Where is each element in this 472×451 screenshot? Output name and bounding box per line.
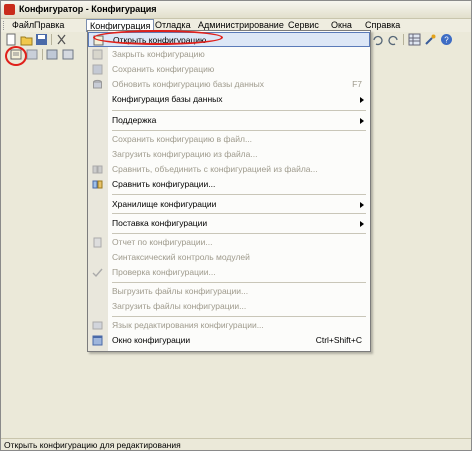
undo-icon[interactable] [371, 33, 384, 46]
menu-separator [112, 130, 366, 131]
annotation-oval-open-configuration [93, 30, 223, 45]
menu-separator [112, 316, 366, 317]
report-icon [92, 237, 103, 248]
menu-separator [112, 110, 366, 111]
menu-item-check-configuration[interactable]: Проверка конфигурации... [88, 265, 370, 280]
compare-icon [92, 179, 103, 190]
submenu-arrow-icon [360, 202, 364, 208]
menu-item-support[interactable]: Поддержка [88, 113, 370, 128]
menu-item-shortcut: Ctrl+Shift+C [315, 335, 362, 345]
submenu-arrow-icon [360, 118, 364, 124]
toolbar-separator [403, 34, 404, 45]
tools-icon[interactable] [424, 33, 437, 46]
title-bar: Конфигуратор - Конфигурация [1, 1, 471, 19]
window-icon[interactable] [46, 48, 59, 61]
menu-item-configuration-window[interactable]: Окно конфигурации Ctrl+Shift+C [88, 333, 370, 348]
menu-item-import-files[interactable]: Загрузить файлы конфигурации... [88, 299, 370, 314]
menu-item-compare-merge[interactable]: Сравнить, объединить с конфигурацией из … [88, 162, 370, 177]
submenu-arrow-icon [360, 221, 364, 227]
toolbar-separator [42, 49, 43, 60]
menu-edit[interactable]: Правка [31, 19, 67, 32]
menu-separator [112, 213, 366, 214]
toolbar-separator [51, 34, 52, 45]
status-bar: Открыть конфигурацию для редактирования [1, 438, 471, 450]
annotation-circle-toolbar [5, 46, 27, 66]
save-config-icon [92, 64, 103, 75]
menu-item-update-db-configuration[interactable]: Обновить конфигурацию базы данных F7 [88, 77, 370, 92]
debug-icon[interactable] [62, 48, 75, 61]
compare-merge-icon [92, 164, 103, 175]
menu-item-syntax-check[interactable]: Синтаксический контроль модулей [88, 250, 370, 265]
grid-icon[interactable] [408, 33, 421, 46]
submenu-arrow-icon [360, 97, 364, 103]
save-icon[interactable] [35, 33, 48, 46]
svg-text:?: ? [444, 36, 449, 45]
menu-item-save-to-file[interactable]: Сохранить конфигурацию в файл... [88, 132, 370, 147]
check-icon [92, 267, 103, 278]
new-icon[interactable] [5, 33, 18, 46]
app-logo-icon [4, 4, 15, 15]
help-icon[interactable]: ? [440, 33, 453, 46]
menu-separator [112, 194, 366, 195]
menu-item-close-configuration[interactable]: Закрыть конфигурацию [88, 47, 370, 62]
menu-item-db-configuration[interactable]: Конфигурация базы данных [88, 92, 370, 107]
config-window-icon [92, 335, 103, 346]
update-db-icon [92, 79, 103, 90]
redo-icon[interactable] [387, 33, 400, 46]
menu-item-repository[interactable]: Хранилище конфигурации [88, 197, 370, 212]
menu-item-delivery[interactable]: Поставка конфигурации [88, 216, 370, 231]
window-title: Конфигуратор - Конфигурация [19, 4, 157, 14]
menu-item-configuration-report[interactable]: Отчет по конфигурации... [88, 235, 370, 250]
properties-icon[interactable] [26, 48, 39, 61]
cut-icon[interactable] [55, 33, 68, 46]
status-text: Открыть конфигурацию для редактирования [4, 440, 181, 450]
menu-separator [112, 282, 366, 283]
configuration-menu: Открыть конфигурацию Закрыть конфигураци… [87, 30, 371, 352]
menu-item-editing-language[interactable]: Язык редактирования конфигурации... [88, 318, 370, 333]
menu-item-compare-configurations[interactable]: Сравнить конфигурации... [88, 177, 370, 192]
menu-item-save-configuration[interactable]: Сохранить конфигурацию [88, 62, 370, 77]
menubar-grip[interactable] [3, 21, 7, 30]
close-config-icon [92, 49, 103, 60]
menu-item-export-files[interactable]: Выгрузить файлы конфигурации... [88, 284, 370, 299]
menu-separator [112, 233, 366, 234]
menu-item-load-from-file[interactable]: Загрузить конфигурацию из файла... [88, 147, 370, 162]
language-icon [92, 320, 103, 331]
open-icon[interactable] [20, 33, 33, 46]
menu-item-label: Окно конфигурации [112, 335, 191, 345]
